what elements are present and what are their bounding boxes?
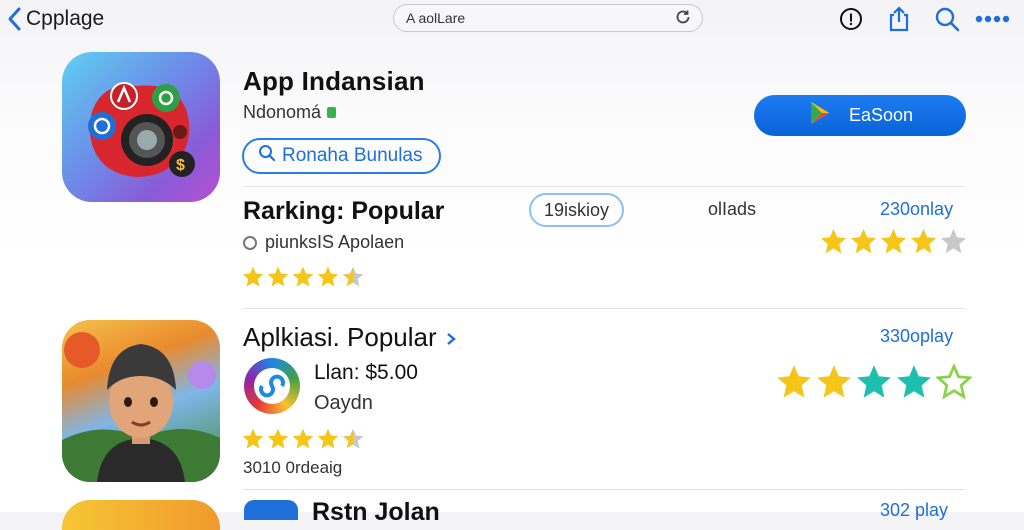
star-icon bbox=[342, 266, 364, 293]
row2-price: Llan: $5.00 bbox=[314, 361, 418, 384]
star-icon bbox=[317, 266, 339, 293]
row2-rating bbox=[242, 428, 364, 455]
app-icon: $ bbox=[62, 52, 220, 202]
star-icon bbox=[242, 428, 264, 455]
star-icon bbox=[910, 228, 937, 260]
star-icon bbox=[820, 228, 847, 260]
reload-icon[interactable] bbox=[674, 8, 692, 29]
star-icon bbox=[880, 228, 907, 260]
row2-developer: Oaydn bbox=[314, 392, 373, 414]
divider bbox=[243, 489, 965, 490]
star-icon bbox=[292, 266, 314, 293]
info-icon[interactable] bbox=[838, 6, 864, 32]
chevron-right-icon bbox=[444, 322, 458, 352]
app-icon-avatar bbox=[62, 320, 220, 482]
star-icon bbox=[292, 428, 314, 455]
divider bbox=[243, 308, 965, 309]
address-text: A aolLare bbox=[406, 10, 466, 26]
star-icon bbox=[317, 428, 339, 455]
get-button[interactable]: EaSoon bbox=[754, 95, 966, 136]
row2-link[interactable]: 330oplay bbox=[880, 326, 953, 347]
row2-title-text: Aplkiasi. Popular bbox=[243, 322, 437, 352]
row1-subtitle: piunksIS Apolaen bbox=[243, 232, 404, 253]
pill-label: Ronaha Bunulas bbox=[282, 145, 423, 166]
star-icon bbox=[935, 362, 973, 405]
back-label: Cpplage bbox=[26, 7, 105, 30]
app-subtitle: Ndonomá bbox=[243, 102, 337, 123]
star-icon bbox=[896, 364, 932, 405]
app-subtitle-text: Ndonomá bbox=[243, 102, 322, 122]
row1-subtitle-text: piunksIS Apolaen bbox=[265, 232, 405, 252]
app-icon-partial bbox=[62, 500, 220, 530]
lock-icon bbox=[327, 107, 337, 118]
play-store-icon bbox=[807, 100, 833, 131]
search-icon[interactable] bbox=[934, 6, 960, 32]
developer-logo-icon bbox=[244, 500, 298, 520]
star-icon bbox=[850, 228, 877, 260]
star-icon bbox=[940, 228, 967, 260]
row1-chip[interactable]: 19iskioy bbox=[529, 193, 624, 227]
star-icon bbox=[342, 428, 364, 455]
row2-rating-right bbox=[776, 362, 973, 405]
bonus-pill-button[interactable]: Ronaha Bunulas bbox=[242, 138, 441, 174]
row1-rating-right bbox=[820, 228, 967, 260]
app-title: App Indansian bbox=[243, 66, 425, 96]
circle-icon bbox=[243, 235, 257, 250]
star-icon bbox=[816, 364, 852, 405]
row2-title: Aplkiasi. Popular bbox=[243, 322, 458, 353]
star-icon bbox=[856, 364, 892, 405]
star-icon bbox=[267, 266, 289, 293]
get-button-label: EaSoon bbox=[848, 105, 914, 125]
row1-meta: olIads bbox=[708, 199, 757, 219]
developer-logo-icon bbox=[244, 358, 300, 414]
more-icon[interactable] bbox=[974, 6, 1010, 32]
svg-text:$: $ bbox=[176, 157, 185, 174]
row2-footer: 3010 0rdeaig bbox=[243, 458, 343, 477]
star-icon bbox=[267, 428, 289, 455]
back-button[interactable]: Cpplage bbox=[6, 6, 104, 32]
search-icon bbox=[258, 144, 276, 168]
row1-link[interactable]: 230onlay bbox=[880, 199, 953, 220]
divider bbox=[243, 186, 965, 187]
chevron-left-icon bbox=[6, 6, 24, 32]
share-icon[interactable] bbox=[886, 6, 912, 32]
address-bar[interactable]: A aolLare bbox=[393, 4, 703, 32]
row1-title: Rarking: Popular bbox=[243, 197, 445, 225]
star-icon bbox=[776, 364, 812, 405]
row3-link[interactable]: 302 play bbox=[880, 500, 948, 521]
star-icon bbox=[242, 266, 264, 293]
row1-rating bbox=[242, 266, 364, 293]
row3-title: Rstn Jolan bbox=[312, 498, 440, 526]
